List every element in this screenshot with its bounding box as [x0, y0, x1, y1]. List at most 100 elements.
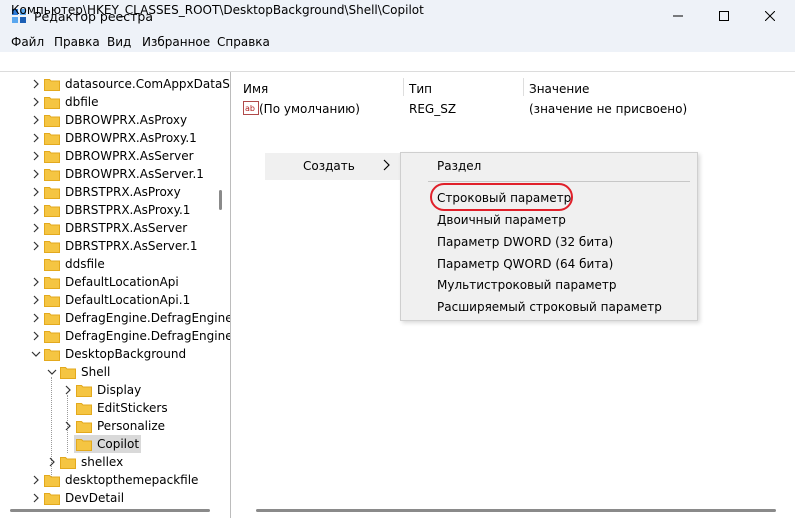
- folder-icon: [60, 455, 76, 469]
- chevron-right-icon[interactable]: [31, 309, 41, 327]
- chevron-right-icon[interactable]: [31, 147, 41, 165]
- maximize-icon: [719, 11, 729, 21]
- submenu-item-binary-value[interactable]: Двоичный параметр: [437, 213, 566, 227]
- tree-item-dbrowprx-asproxy-1[interactable]: DBROWPRX.AsProxy.1: [0, 129, 230, 147]
- registry-tree[interactable]: datasource.ComAppxDataSo dbfile DBROWPRX.A…: [0, 72, 231, 518]
- chevron-right-icon[interactable]: [31, 489, 41, 507]
- value-data: (значение не присвоено): [529, 102, 688, 116]
- tree-item-desktopthemepackfile[interactable]: desktopthemepackfile: [0, 471, 230, 489]
- chevron-right-icon[interactable]: [47, 453, 57, 471]
- folder-icon: [44, 491, 60, 505]
- tree-item-shell[interactable]: Shell: [0, 363, 230, 381]
- menu-edit[interactable]: Правка: [54, 35, 100, 49]
- chevron-right-icon[interactable]: [63, 417, 73, 435]
- tree-item-dbrowprx-asserver[interactable]: DBROWPRX.AsServer: [0, 147, 230, 165]
- submenu-item-key[interactable]: Раздел: [437, 159, 481, 173]
- tree-item-copilot[interactable]: Copilot: [0, 435, 230, 453]
- folder-icon: [44, 311, 60, 325]
- chevron-right-icon[interactable]: [31, 471, 41, 489]
- chevron-right-icon[interactable]: [63, 381, 73, 399]
- tree-item-label: DBRSTPRX.AsServer: [65, 221, 188, 235]
- chevron-down-icon[interactable]: [47, 363, 57, 381]
- menu-view[interactable]: Вид: [107, 35, 131, 49]
- tree-item-label: ddsfile: [65, 257, 105, 271]
- values-horizontal-scrollbar[interactable]: [256, 509, 776, 512]
- tree-item-label: DesktopBackground: [65, 347, 187, 361]
- folder-icon: [44, 95, 60, 109]
- tree-item-shellex[interactable]: shellex: [0, 453, 230, 471]
- address-bar[interactable]: [0, 52, 795, 72]
- submenu-item-expandable-string-value[interactable]: Расширяемый строковый параметр: [437, 300, 662, 314]
- tree-item-dbrstprx-asserver[interactable]: DBRSTPRX.AsServer: [0, 219, 230, 237]
- column-header-name[interactable]: Имя: [243, 82, 268, 96]
- chevron-right-icon[interactable]: [31, 237, 41, 255]
- tree-item-editstickers[interactable]: EditStickers: [0, 399, 230, 417]
- tree-item-label: EditStickers: [97, 401, 168, 415]
- column-header-type[interactable]: Тип: [409, 82, 432, 96]
- tree-item-label: DBROWPRX.AsServer.1: [65, 167, 204, 181]
- tree-item-dbrowprx-asserver-1[interactable]: DBROWPRX.AsServer.1: [0, 165, 230, 183]
- tree-item-label: DefragEngine.DefragEngine: [65, 311, 231, 325]
- chevron-right-icon[interactable]: [31, 327, 41, 345]
- chevron-right-icon[interactable]: [31, 291, 41, 309]
- tree-item-personalize[interactable]: Personalize: [0, 417, 230, 435]
- chevron-right-icon[interactable]: [31, 75, 41, 93]
- tree-item-label: DBRSTPRX.AsProxy: [65, 185, 181, 199]
- svg-text:ab: ab: [245, 104, 255, 113]
- tree-item-dbrstprx-asproxy-1[interactable]: DBRSTPRX.AsProxy.1: [0, 201, 230, 219]
- menu-bar: Файл Правка Вид Избранное Справка: [0, 32, 795, 52]
- chevron-right-icon[interactable]: [31, 165, 41, 183]
- chevron-right-icon[interactable]: [31, 129, 41, 147]
- address-path[interactable]: Компьютер\HKEY_CLASSES_ROOT\DesktopBackg…: [11, 3, 424, 17]
- chevron-right-icon[interactable]: [31, 273, 41, 291]
- tree-item-datasource-comappxdataso[interactable]: datasource.ComAppxDataSo: [0, 75, 231, 93]
- menu-help[interactable]: Справка: [217, 35, 270, 49]
- folder-icon: [76, 419, 92, 433]
- chevron-right-icon[interactable]: [31, 219, 41, 237]
- tree-item-dbrstprx-asserver-1[interactable]: DBRSTPRX.AsServer.1: [0, 237, 230, 255]
- tree-item-desktopbackground[interactable]: DesktopBackground: [0, 345, 230, 363]
- menu-favorites[interactable]: Избранное: [142, 35, 210, 49]
- column-divider[interactable]: [523, 78, 524, 96]
- tree-item-dbrowprx-asproxy[interactable]: DBROWPRX.AsProxy: [0, 111, 230, 129]
- column-header-data[interactable]: Значение: [529, 82, 589, 96]
- tree-item-display[interactable]: Display: [0, 381, 230, 399]
- tree-item-defragengine-defragengine[interactable]: DefragEngine.DefragEngine.: [0, 327, 230, 345]
- folder-icon: [44, 473, 60, 487]
- menu-file[interactable]: Файл: [11, 35, 44, 49]
- tree-item-label: shellex: [81, 455, 124, 469]
- tree-item-label: DBRSTPRX.AsServer.1: [65, 239, 198, 253]
- tree-vertical-scrollbar[interactable]: [219, 190, 222, 210]
- submenu-item-qword-value[interactable]: Параметр QWORD (64 бита): [437, 257, 613, 271]
- folder-icon: [44, 221, 60, 235]
- folder-icon: [76, 437, 92, 451]
- value-name[interactable]: (По умолчанию): [259, 102, 360, 116]
- tree-item-defragengine-defragengine[interactable]: DefragEngine.DefragEngine: [0, 309, 231, 327]
- maximize-button[interactable]: [701, 0, 747, 32]
- chevron-right-icon[interactable]: [31, 201, 41, 219]
- tree-item-label: DefaultLocationApi.1: [65, 293, 191, 307]
- chevron-right-icon[interactable]: [31, 111, 41, 129]
- folder-icon: [44, 293, 60, 307]
- chevron-down-icon[interactable]: [31, 345, 41, 363]
- tree-item-defaultlocationapi[interactable]: DefaultLocationApi: [0, 273, 230, 291]
- chevron-right-icon[interactable]: [31, 183, 41, 201]
- submenu-item-dword-value[interactable]: Параметр DWORD (32 бита): [437, 235, 613, 249]
- chevron-right-icon[interactable]: [31, 93, 41, 111]
- tree-item-dbfile[interactable]: dbfile: [0, 93, 230, 111]
- close-button[interactable]: [747, 0, 793, 32]
- tree-item-ddsfile[interactable]: ddsfile: [0, 255, 230, 273]
- submenu-item-multistring-value[interactable]: Мультистроковый параметр: [437, 278, 617, 292]
- menu-item-create[interactable]: Создать: [303, 159, 355, 173]
- tree-item-label: datasource.ComAppxDataSo: [65, 77, 231, 91]
- tree-horizontal-scrollbar[interactable]: [10, 509, 210, 512]
- tree-item-label: Display: [97, 383, 142, 397]
- tree-item-devdetail[interactable]: DevDetail: [0, 489, 230, 507]
- column-divider[interactable]: [403, 78, 404, 96]
- value-type: REG_SZ: [409, 102, 457, 116]
- tree-item-label: desktopthemepackfile: [65, 473, 199, 487]
- tree-item-defaultlocationapi-1[interactable]: DefaultLocationApi.1: [0, 291, 230, 309]
- minimize-button[interactable]: [655, 0, 701, 32]
- tree-item-dbrstprx-asproxy[interactable]: DBRSTPRX.AsProxy: [0, 183, 230, 201]
- tree-item-label: Copilot: [97, 437, 140, 451]
